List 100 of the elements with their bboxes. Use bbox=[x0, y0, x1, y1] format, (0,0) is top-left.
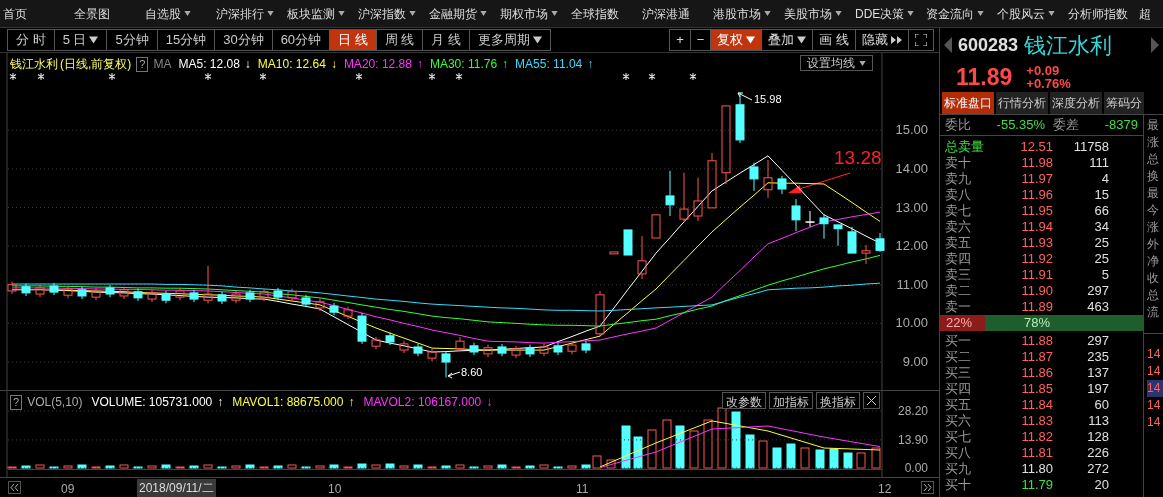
field-label: 最 bbox=[1147, 117, 1160, 134]
caret-icon bbox=[533, 36, 542, 44]
order-volume: 197 bbox=[1086, 381, 1109, 395]
volume-bar bbox=[357, 463, 367, 469]
trade-price: 14 bbox=[1147, 397, 1162, 414]
menu-item[interactable]: 超 bbox=[1139, 4, 1151, 23]
field-label: 总 bbox=[1147, 287, 1160, 304]
candlestick bbox=[301, 294, 311, 308]
caret-icon bbox=[338, 11, 345, 16]
candlestick bbox=[217, 291, 227, 305]
price-change: +0.09 bbox=[1026, 64, 1061, 77]
ma-settings-button[interactable]: 设置均线 bbox=[800, 55, 873, 71]
candlestick bbox=[539, 343, 549, 357]
asterisk-icon bbox=[37, 72, 45, 81]
menu-item[interactable]: 美股市场 bbox=[784, 4, 842, 23]
menu-item[interactable]: 首页 bbox=[3, 4, 27, 23]
scroll-right-button[interactable] bbox=[921, 481, 934, 494]
volume-bar bbox=[441, 465, 451, 469]
volume-bar bbox=[843, 452, 853, 469]
menu-item[interactable]: 沪深港通 bbox=[642, 4, 690, 23]
panel-tab[interactable]: 筹码分 bbox=[1104, 92, 1144, 114]
scroll-left-button[interactable] bbox=[8, 481, 21, 494]
close-button[interactable] bbox=[863, 392, 880, 409]
menu-item[interactable]: 金融期货 bbox=[429, 4, 487, 23]
date-axis-label: 10 bbox=[328, 481, 342, 497]
volume-bar bbox=[329, 464, 339, 469]
candlestick bbox=[63, 285, 73, 299]
candlestick bbox=[371, 336, 381, 350]
menu-item[interactable]: 沪深指数 bbox=[358, 4, 416, 23]
axis-label: 13.00 bbox=[895, 199, 928, 215]
volume-bar bbox=[413, 464, 423, 469]
panel-tab[interactable]: 深度分析 bbox=[1050, 92, 1102, 114]
axis-label: 0.00 bbox=[904, 461, 928, 475]
menu-item[interactable]: 资金流向 bbox=[926, 4, 984, 23]
panel-tab[interactable]: 标准盘口 bbox=[942, 92, 994, 114]
order-volume: 60 bbox=[1093, 397, 1109, 411]
previous-arrow-icon bbox=[944, 37, 952, 53]
candlestick bbox=[175, 287, 185, 301]
caret-icon bbox=[907, 11, 915, 16]
stock-title: 钱江水利 bbox=[10, 56, 58, 73]
period-tab[interactable]: 日 线 bbox=[329, 30, 376, 50]
axis-label: 12.00 bbox=[895, 238, 928, 254]
menu-item[interactable]: 沪深排行 bbox=[216, 4, 274, 23]
candlestick bbox=[245, 289, 255, 303]
volume-bar bbox=[606, 459, 616, 469]
order-level-label: 买十 bbox=[945, 477, 972, 491]
candlestick bbox=[385, 332, 395, 346]
candlestick bbox=[77, 286, 87, 300]
volume-bar bbox=[371, 464, 381, 469]
volume-bar bbox=[511, 466, 521, 469]
menu-item[interactable]: 期权市场 bbox=[500, 4, 558, 23]
indicator-button[interactable]: 加指标 bbox=[769, 392, 813, 409]
volume-bar bbox=[703, 419, 713, 469]
volume-bar bbox=[745, 434, 755, 469]
help-button[interactable]: ? bbox=[136, 56, 149, 72]
candlestick bbox=[665, 170, 675, 217]
volume-bar bbox=[553, 466, 563, 469]
menu-item[interactable]: 自选股 bbox=[145, 4, 191, 23]
order-volume: 5 bbox=[1100, 267, 1109, 281]
ma-value: MA55: 11.04 bbox=[515, 56, 583, 73]
toolbar-button[interactable]: 复权 bbox=[710, 30, 762, 50]
caret-icon bbox=[859, 60, 866, 66]
menu-item[interactable]: 个股风云 bbox=[997, 4, 1055, 23]
menu-item[interactable]: 全球指数 bbox=[571, 4, 619, 23]
volume-bar bbox=[301, 466, 311, 469]
panel-tab[interactable]: 行情分析 bbox=[996, 92, 1048, 114]
volume-bar bbox=[63, 465, 73, 469]
asterisk-icon bbox=[648, 72, 656, 81]
help-button[interactable]: ? bbox=[10, 394, 23, 410]
volume-bar bbox=[772, 447, 782, 469]
order-price: 11.93 bbox=[1021, 235, 1053, 249]
volume-bar bbox=[21, 465, 31, 469]
order-level-label: 卖二 bbox=[945, 283, 972, 297]
order-level-label: 买九 bbox=[945, 461, 972, 475]
candlestick bbox=[483, 344, 493, 358]
order-price: 11.91 bbox=[1021, 267, 1053, 281]
volume-bar bbox=[343, 466, 353, 469]
menu-item[interactable]: 板块监测 bbox=[287, 4, 345, 23]
candlestick bbox=[693, 177, 703, 222]
candlestick bbox=[553, 342, 563, 356]
candlestick bbox=[21, 283, 31, 297]
volume-bar bbox=[786, 443, 796, 469]
menu-item[interactable]: 分析师指数 bbox=[1068, 4, 1128, 23]
close-icon bbox=[867, 396, 876, 405]
ma-value: MA5: 12.08 bbox=[178, 56, 240, 73]
volume-bar bbox=[273, 465, 283, 469]
menu-item[interactable]: 全景图 bbox=[74, 4, 110, 23]
volume-bar bbox=[483, 465, 493, 469]
asterisk-icon bbox=[622, 72, 630, 81]
field-label: 换 bbox=[1147, 168, 1160, 185]
menu-item[interactable]: 港股市场 bbox=[713, 4, 771, 23]
trend-arrow: ↑ bbox=[587, 56, 594, 73]
axis-label: 14.00 bbox=[895, 160, 928, 176]
next-arrow-icon bbox=[1151, 37, 1159, 53]
indicator-button[interactable]: 换指标 bbox=[816, 392, 860, 409]
menu-item[interactable]: DDE决策 bbox=[855, 4, 915, 23]
order-level-label: 卖五 bbox=[945, 235, 972, 249]
ma-value: MA20: 12.88 bbox=[343, 56, 412, 73]
order-level-label: 买三 bbox=[945, 365, 972, 379]
indicator-button[interactable]: 改参数 bbox=[722, 392, 766, 409]
